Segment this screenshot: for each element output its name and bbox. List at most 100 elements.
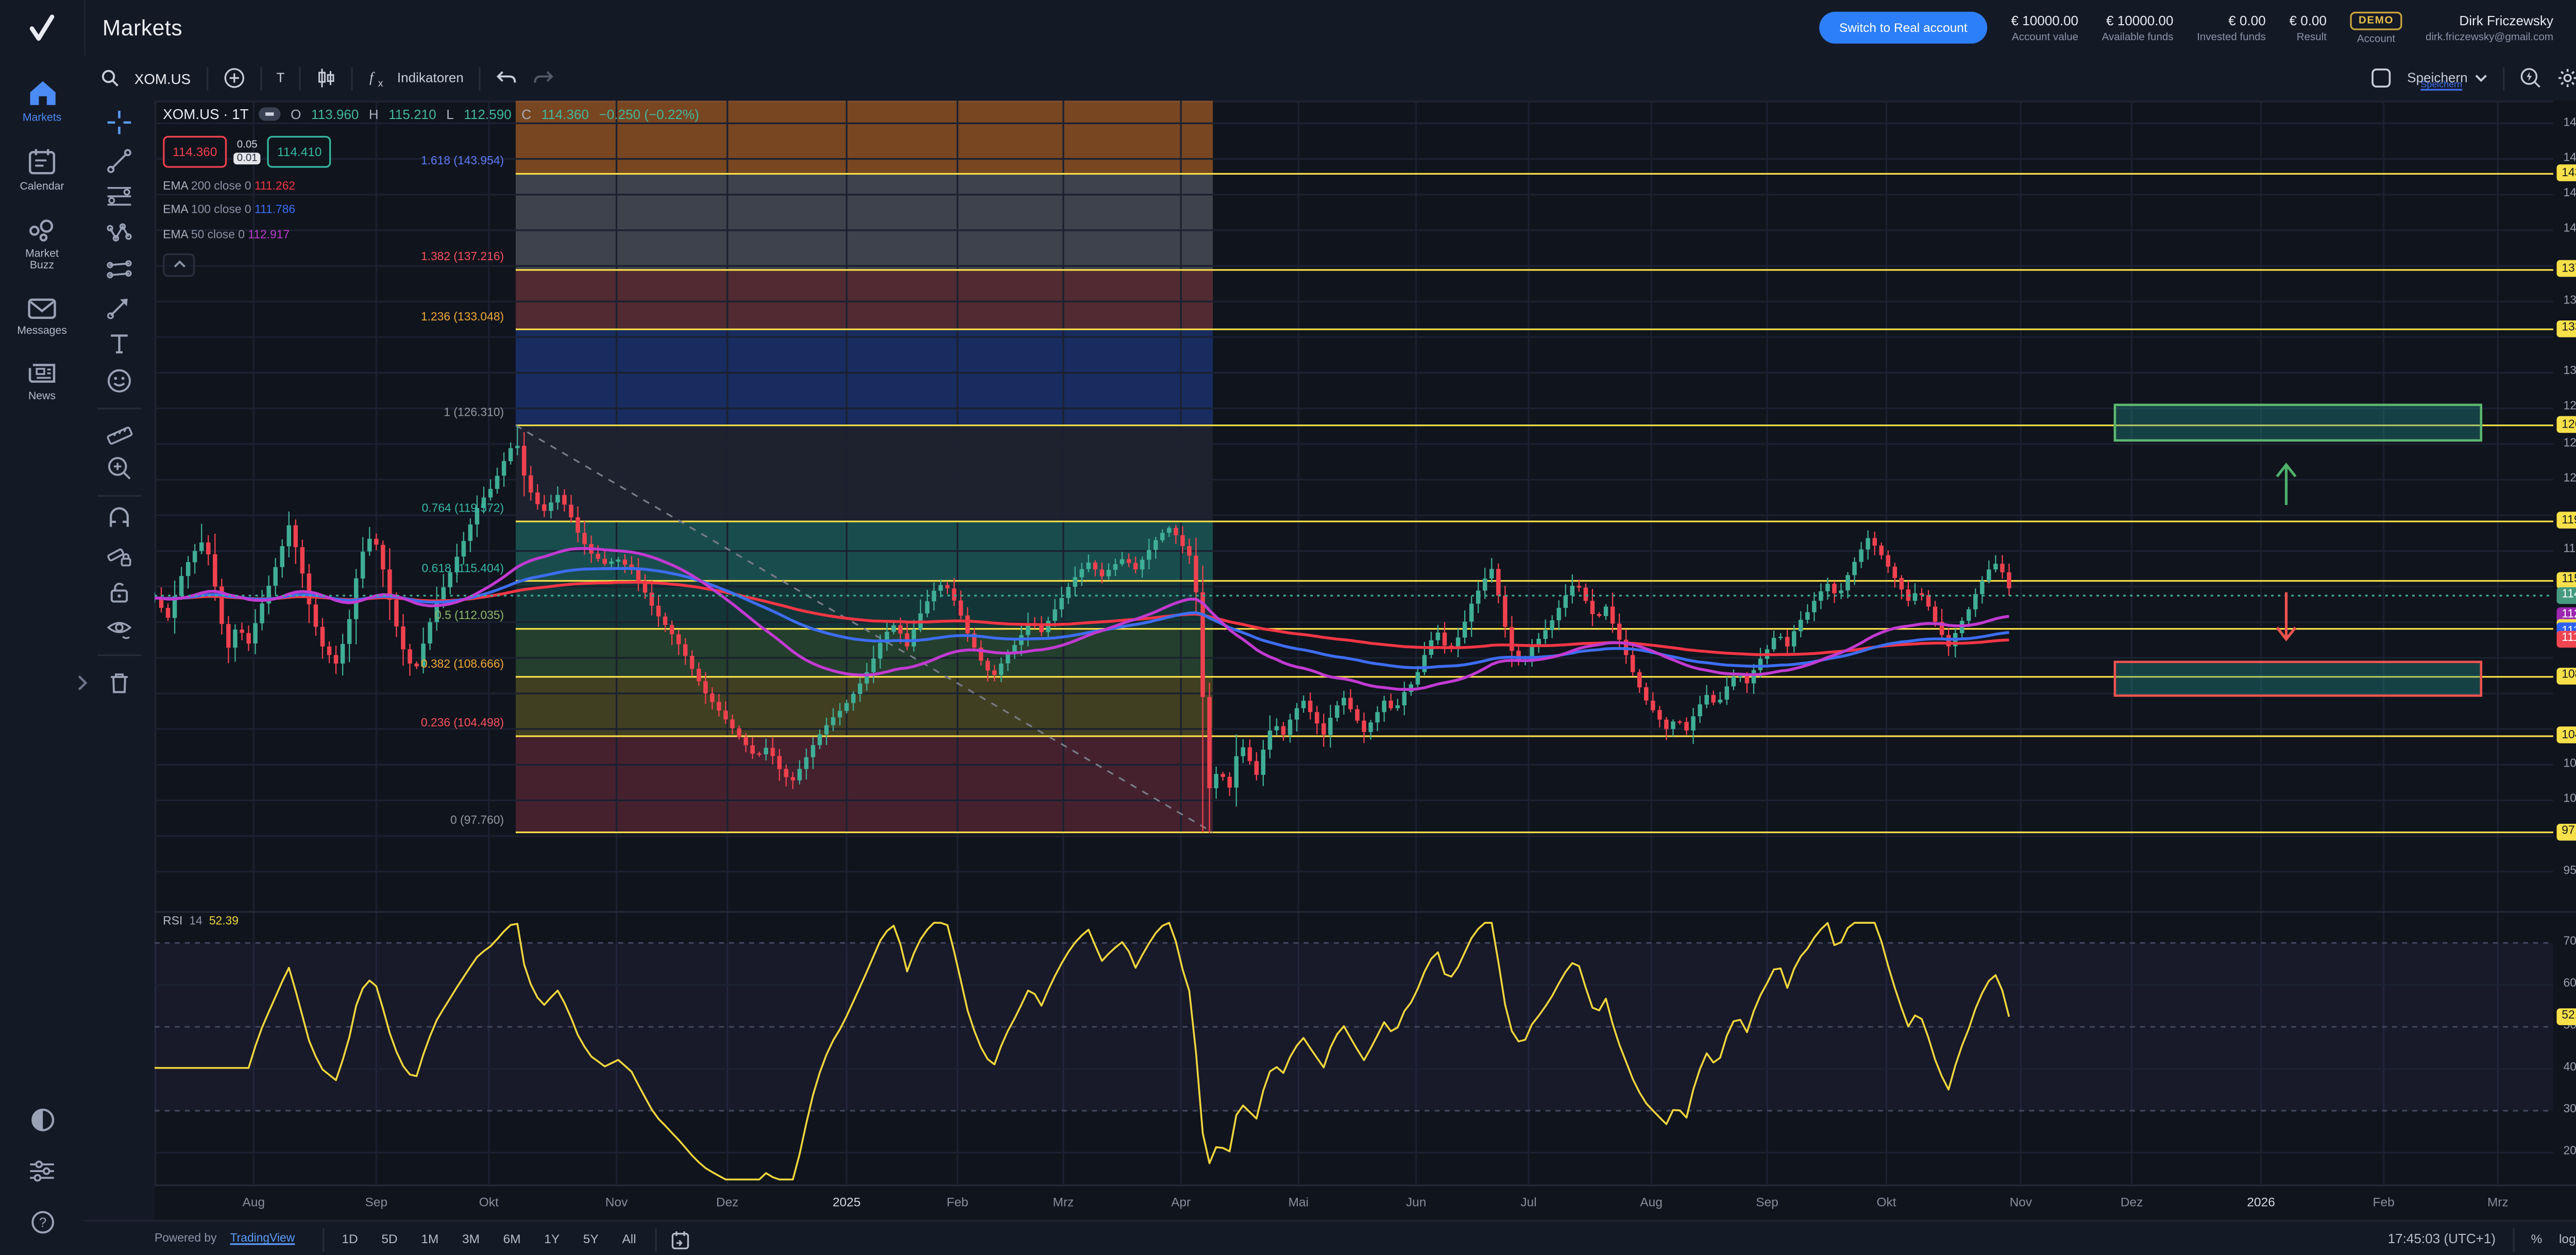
search-icon xyxy=(101,69,120,88)
sell-button[interactable]: 114.360 xyxy=(163,136,227,168)
demo-badge-label: Account xyxy=(2357,33,2395,45)
undo-icon[interactable] xyxy=(496,69,517,88)
measure-tool-icon[interactable] xyxy=(106,418,132,445)
ema-200-row[interactable]: EMA 200 close 0 111.262 xyxy=(163,180,699,192)
logo-checkmark-icon xyxy=(24,9,61,46)
sidebar-item-calendar[interactable]: Calendar xyxy=(0,148,84,194)
symbol-search-button[interactable]: XOM.US xyxy=(134,70,191,87)
ema-value: 111.786 xyxy=(255,205,295,216)
sidebar-label: Market Buzz xyxy=(13,248,71,274)
home-icon xyxy=(26,79,58,107)
magnet-tool-icon[interactable] xyxy=(106,505,132,532)
help-icon[interactable]: ? xyxy=(29,1210,55,1235)
range-1y-button[interactable]: 1Y xyxy=(539,1228,565,1250)
ema-50-row[interactable]: EMA 50 close 0 112.917 xyxy=(163,229,699,241)
range-all-button[interactable]: All xyxy=(617,1228,641,1250)
supply-demand-zone xyxy=(2115,662,2481,696)
delete-tool-icon[interactable] xyxy=(106,669,132,696)
time-axis-label: Jul xyxy=(1520,1195,1536,1210)
sidebar-label: Markets xyxy=(23,112,61,125)
price-tick: 142.500 xyxy=(2564,188,2576,200)
price-tick: 140.000 xyxy=(2564,224,2576,235)
chevron-up-icon xyxy=(172,260,185,268)
price-tick: 130.000 xyxy=(2564,366,2576,378)
go-to-date-icon[interactable] xyxy=(670,1229,690,1249)
demo-account-badge[interactable]: DEMO Account xyxy=(2350,11,2402,44)
time-axis-label: Apr xyxy=(1171,1195,1191,1210)
zoom-in-tool-icon[interactable] xyxy=(106,455,132,482)
contrast-icon[interactable] xyxy=(29,1107,55,1132)
svg-text:?: ? xyxy=(38,1215,45,1230)
price-axis[interactable]: 147.500145.000142.500140.000135.000130.0… xyxy=(2553,100,2576,1184)
range-1m-button[interactable]: 1M xyxy=(416,1228,444,1250)
pane-divider[interactable] xyxy=(155,911,2576,912)
svg-text:f: f xyxy=(370,70,376,85)
buy-button[interactable]: 114.410 xyxy=(267,136,331,168)
candlestick-icon[interactable] xyxy=(316,67,336,89)
account-value: € 10000.00 xyxy=(2011,12,2078,27)
fx-icon: f x xyxy=(368,67,390,89)
text-tool-icon[interactable] xyxy=(106,331,132,358)
ema-100-row[interactable]: EMA 100 close 0 111.786 xyxy=(163,205,699,216)
sliders-icon[interactable] xyxy=(28,1159,55,1183)
drawing-mode-lock-icon[interactable] xyxy=(106,542,132,569)
range-3m-button[interactable]: 3M xyxy=(457,1228,485,1250)
indicators-button[interactable]: f x Indikatoren xyxy=(368,67,464,89)
ohlc-close-label: C xyxy=(521,107,531,122)
sidebar-item-news[interactable]: News xyxy=(0,361,84,404)
fib-level-label: 0.5 (112.035) xyxy=(435,611,504,623)
sidebar-item-markets[interactable]: Markets xyxy=(0,79,84,125)
ema-name: EMA xyxy=(163,229,188,241)
user-name: Dirk Friczewsky xyxy=(2459,12,2553,27)
hide-drawings-tool-icon[interactable] xyxy=(106,616,132,642)
ohlc-close: 114.360 xyxy=(541,107,589,122)
app-logo[interactable] xyxy=(0,0,86,55)
layout-icon[interactable] xyxy=(2370,67,2392,89)
price-badge: 108.666 xyxy=(2556,668,2576,685)
crosshair-tool-icon[interactable] xyxy=(106,109,132,136)
result-value: € 0.00 xyxy=(2289,12,2327,27)
redo-icon[interactable] xyxy=(533,69,554,88)
sidebar-item-market-buzz[interactable]: Market Buzz xyxy=(0,218,84,273)
pattern-tool-icon[interactable] xyxy=(106,220,132,247)
fib-level-label: 1 (126.310) xyxy=(444,408,504,419)
log-scale-button[interactable]: log xyxy=(2559,1231,2576,1246)
arrow-marker-tool-icon[interactable] xyxy=(106,294,132,320)
price-badge: 119.572 xyxy=(2556,512,2576,529)
range-1d-button[interactable]: 1D xyxy=(337,1228,363,1250)
quick-search-icon[interactable] xyxy=(2520,67,2541,89)
indicators-label: Indikatoren xyxy=(397,71,464,86)
emoji-tool-icon[interactable] xyxy=(106,367,132,394)
fib-retracement-tool-icon[interactable] xyxy=(106,183,132,210)
rsi-legend[interactable]: RSI 14 52.39 xyxy=(163,916,239,928)
time-axis-label: 2025 xyxy=(833,1195,860,1210)
sidebar-label: Calendar xyxy=(20,182,64,194)
clock-display[interactable]: 17:45:03 (UTC+1) xyxy=(2388,1231,2496,1246)
position-tool-icon[interactable] xyxy=(106,257,132,283)
time-axis[interactable]: AugSepOktNovDez2025FebMrzAprMaiJunJulAug… xyxy=(155,1184,2553,1222)
left-sidebar: Markets Calendar Market Buzz xyxy=(0,55,86,1255)
ema-name: EMA xyxy=(163,180,188,192)
toolbar-expand-chevron-icon[interactable] xyxy=(74,673,91,693)
plus-circle-icon[interactable] xyxy=(223,67,244,89)
spread-bottom: 0.01 xyxy=(233,152,261,164)
legend-symbol[interactable]: XOM.US · 1T xyxy=(163,106,248,123)
tradingview-link[interactable]: TradingView xyxy=(230,1233,295,1245)
ohlc-low-label: L xyxy=(446,107,454,122)
trend-line-tool-icon[interactable] xyxy=(106,148,132,175)
ema-name: EMA xyxy=(163,205,188,216)
range-5d-button[interactable]: 5D xyxy=(377,1228,403,1250)
invested-funds-label: Invested funds xyxy=(2197,31,2266,43)
lock-all-tool-icon[interactable] xyxy=(106,579,132,606)
time-axis-corner[interactable] xyxy=(2553,1184,2576,1222)
symbol-visibility-toggle[interactable] xyxy=(259,107,280,121)
range-6m-button[interactable]: 6M xyxy=(498,1228,526,1250)
gear-icon[interactable] xyxy=(2556,67,2576,89)
price-tick: 102.500 xyxy=(2564,758,2576,770)
sidebar-item-messages[interactable]: Messages xyxy=(0,297,84,338)
range-5y-button[interactable]: 5Y xyxy=(578,1228,604,1250)
indicators-collapse-button[interactable] xyxy=(163,252,195,276)
percent-scale-button[interactable]: % xyxy=(2531,1231,2543,1246)
interval-button[interactable]: T xyxy=(276,71,284,86)
switch-to-real-account-button[interactable]: Switch to Real account xyxy=(1819,12,1988,44)
